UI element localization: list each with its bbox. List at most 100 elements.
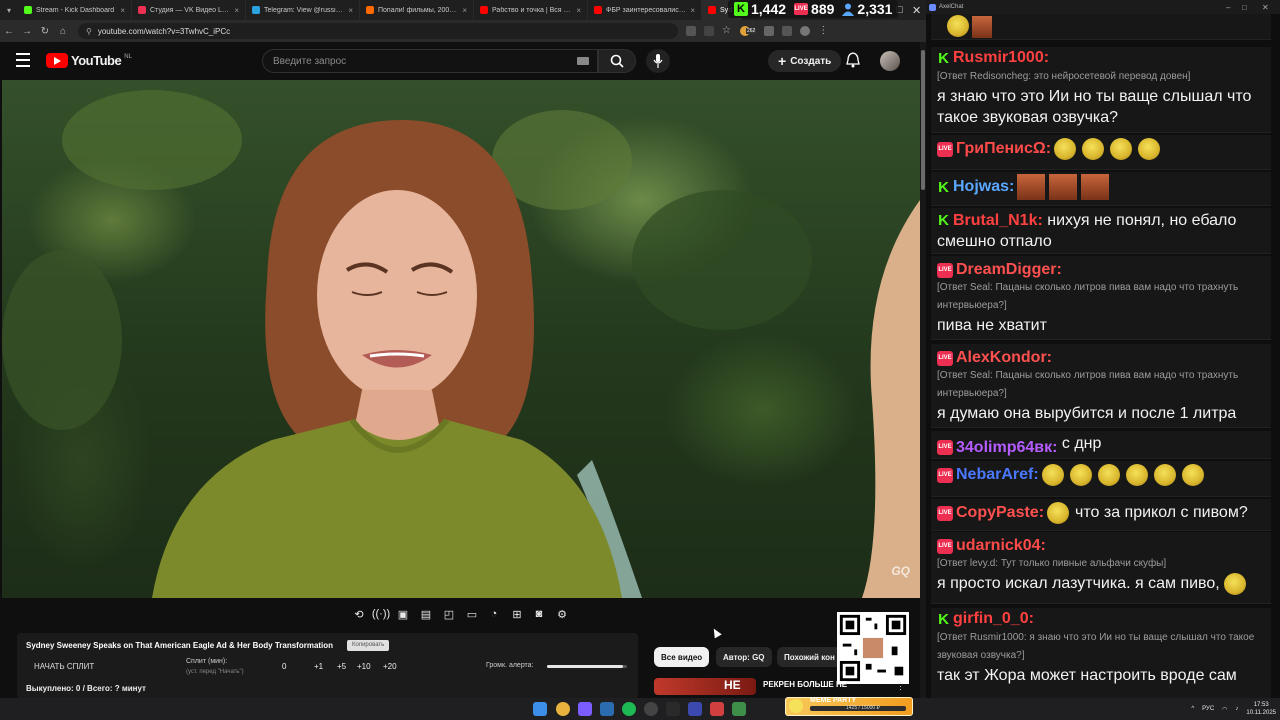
add-5-button[interactable]: +5 bbox=[337, 662, 346, 671]
chat-message: K Hojwas: bbox=[931, 172, 1271, 206]
browser-tab[interactable]: Попали! фильмы, 2009, дата в× bbox=[360, 0, 474, 20]
vk-live-platform-icon: LIVE bbox=[937, 538, 953, 554]
browser-tab[interactable]: ФБР заинтересовались опол× bbox=[588, 0, 702, 20]
notifications-bell-icon[interactable] bbox=[846, 52, 860, 73]
video-player[interactable]: GQ bbox=[2, 80, 920, 598]
recommended-thumbnail[interactable]: НЕ bbox=[654, 678, 756, 695]
close-tab-icon[interactable]: × bbox=[462, 6, 467, 15]
avatar[interactable] bbox=[880, 51, 900, 71]
youtube-logo[interactable]: YouTube NL bbox=[46, 53, 132, 68]
browser-tab[interactable]: Студия — VK Видео Live × bbox=[132, 0, 246, 20]
obs-icon[interactable] bbox=[644, 702, 658, 716]
vk-viewers: LIVE 889 bbox=[794, 1, 835, 17]
chat-maximize-icon[interactable]: □ bbox=[1242, 0, 1247, 14]
loop-icon[interactable]: ⟲ bbox=[351, 606, 367, 622]
add-20-button[interactable]: +20 bbox=[383, 662, 397, 671]
chat-text: с днр bbox=[1061, 435, 1102, 452]
emote-icon bbox=[1097, 464, 1120, 486]
speed-gauge-icon[interactable]: ◔ bbox=[486, 606, 502, 622]
add-1-button[interactable]: +1 bbox=[314, 662, 323, 671]
alert-volume-slider[interactable] bbox=[547, 665, 627, 668]
youtube-favicon-icon bbox=[594, 6, 602, 14]
scrollbar-thumb[interactable] bbox=[921, 50, 925, 190]
discord-icon[interactable] bbox=[578, 702, 592, 716]
reload-icon[interactable]: ↻ bbox=[36, 26, 54, 37]
close-tab-icon[interactable]: × bbox=[576, 6, 581, 15]
browser-tab[interactable]: Stream - Kick Dashboard × bbox=[18, 0, 132, 20]
volume-icon[interactable]: ♪ bbox=[1235, 706, 1238, 712]
vk-live-platform-icon: LIVE bbox=[937, 350, 953, 366]
search-button[interactable] bbox=[598, 49, 636, 73]
add-10-button[interactable]: +10 bbox=[357, 662, 371, 671]
recommended-title[interactable]: РЕКРЕН БОЛЬШЕ НЕ bbox=[763, 680, 873, 689]
tray-chevron-icon[interactable]: ^ bbox=[1191, 706, 1194, 712]
settings-gear-icon[interactable]: ⚙ bbox=[554, 606, 570, 622]
close-window-icon[interactable]: ✕ bbox=[912, 0, 921, 20]
steam-icon[interactable] bbox=[600, 702, 614, 716]
chat-username: udarnick04: bbox=[956, 537, 1046, 554]
app-icon[interactable] bbox=[732, 702, 746, 716]
clapper-icon[interactable]: ▤ bbox=[418, 606, 434, 622]
chip-related[interactable]: Похожий кон bbox=[777, 647, 842, 667]
extensions-puzzle-icon[interactable] bbox=[764, 26, 775, 36]
youtube-play-icon bbox=[46, 53, 68, 68]
spotify-icon[interactable] bbox=[622, 702, 636, 716]
download-icon[interactable] bbox=[782, 26, 793, 36]
close-tab-icon[interactable]: × bbox=[348, 6, 353, 15]
emote-icon bbox=[1041, 464, 1064, 486]
app-icon[interactable] bbox=[666, 702, 680, 716]
wifi-icon[interactable]: ◠ bbox=[1222, 706, 1227, 713]
chip-all-videos[interactable]: Все видео bbox=[654, 647, 710, 667]
bookmark-star-icon[interactable]: ☆ bbox=[722, 26, 732, 36]
clock[interactable]: 17:53 10.11.2025 bbox=[1246, 701, 1276, 717]
browser-tab[interactable]: Telegram: View @russiainmyr× bbox=[246, 0, 360, 20]
broadcast-icon[interactable]: ((·)) bbox=[372, 606, 390, 622]
video-extra-controls: ⟲ ((·)) ▣ ▤ ◰ ▭ ◔ ⊞ ◙ ⚙ bbox=[0, 598, 920, 632]
close-tab-icon[interactable]: × bbox=[234, 6, 239, 15]
zoom-icon[interactable] bbox=[704, 26, 714, 36]
create-button[interactable]: + Создать bbox=[768, 50, 842, 72]
split-note: (уст. перед "Начать") bbox=[186, 669, 244, 675]
split-minutes-value[interactable]: 0 bbox=[282, 662, 286, 671]
profile-icon[interactable] bbox=[800, 26, 811, 36]
camera-icon[interactable]: ◙ bbox=[531, 606, 547, 622]
chat-messages[interactable]: K Rusmir1000: [Ответ Redisoncheg: это ней… bbox=[926, 14, 1280, 698]
screenshot-icon[interactable]: ▣ bbox=[395, 606, 411, 622]
forward-icon[interactable]: → bbox=[18, 26, 36, 37]
windows-start-icon[interactable] bbox=[533, 702, 547, 716]
chat-message: LIVE CopyPaste: что за прикол с пивом? bbox=[931, 499, 1271, 531]
start-split-button[interactable]: НАЧАТЬ СПЛИТ bbox=[34, 662, 94, 671]
chat-minimize-icon[interactable]: – bbox=[1226, 0, 1230, 14]
purchased-status: Выкуплено: 0 / Всего: ? минут bbox=[26, 684, 146, 693]
theater-mode-icon[interactable]: ▭ bbox=[464, 606, 480, 622]
video-frame bbox=[2, 90, 920, 598]
youtube-app-icon[interactable] bbox=[710, 702, 724, 716]
chrome-icon[interactable] bbox=[556, 702, 570, 716]
address-bar[interactable]: ⚲ youtube.com/watch?v=3TwhvC_iPCc bbox=[78, 23, 678, 39]
chat-reply: [Ответ Seal: Пацаны сколько литров пива … bbox=[937, 370, 1239, 399]
tab-search-icon[interactable]: ▾ bbox=[0, 0, 18, 20]
voice-search-button[interactable] bbox=[646, 49, 670, 73]
chip-author-gq[interactable]: Автор: GQ bbox=[716, 647, 772, 667]
browser-tab[interactable]: Рабство и точка | Вся правда× bbox=[474, 0, 588, 20]
home-icon[interactable]: ⌂ bbox=[54, 26, 72, 37]
media-player-icon[interactable] bbox=[688, 702, 702, 716]
chat-close-icon[interactable]: ✕ bbox=[1262, 0, 1269, 14]
more-actions-icon[interactable]: ⋮ bbox=[896, 681, 905, 692]
picture-in-picture-icon[interactable]: ◰ bbox=[441, 606, 457, 622]
language-indicator[interactable]: РУС bbox=[1202, 706, 1214, 712]
emote-face-icon bbox=[1081, 174, 1110, 200]
back-icon[interactable]: ← bbox=[0, 26, 18, 37]
add-to-playlist-icon[interactable]: ⊞ bbox=[509, 606, 525, 622]
install-app-icon[interactable] bbox=[686, 26, 696, 36]
close-tab-icon[interactable]: × bbox=[690, 6, 695, 15]
emote-icon bbox=[1047, 502, 1070, 524]
keyboard-icon[interactable] bbox=[577, 57, 589, 65]
kick-viewers: K 1,442 bbox=[734, 1, 786, 17]
menu-hamburger-icon[interactable] bbox=[16, 53, 30, 71]
close-tab-icon[interactable]: × bbox=[120, 6, 125, 15]
copy-button[interactable]: Копировать bbox=[347, 640, 390, 651]
site-info-icon[interactable]: ⚲ bbox=[86, 27, 92, 36]
search-input[interactable]: Введите запрос bbox=[262, 49, 598, 73]
browser-menu-icon[interactable]: ⋮ bbox=[818, 26, 828, 36]
